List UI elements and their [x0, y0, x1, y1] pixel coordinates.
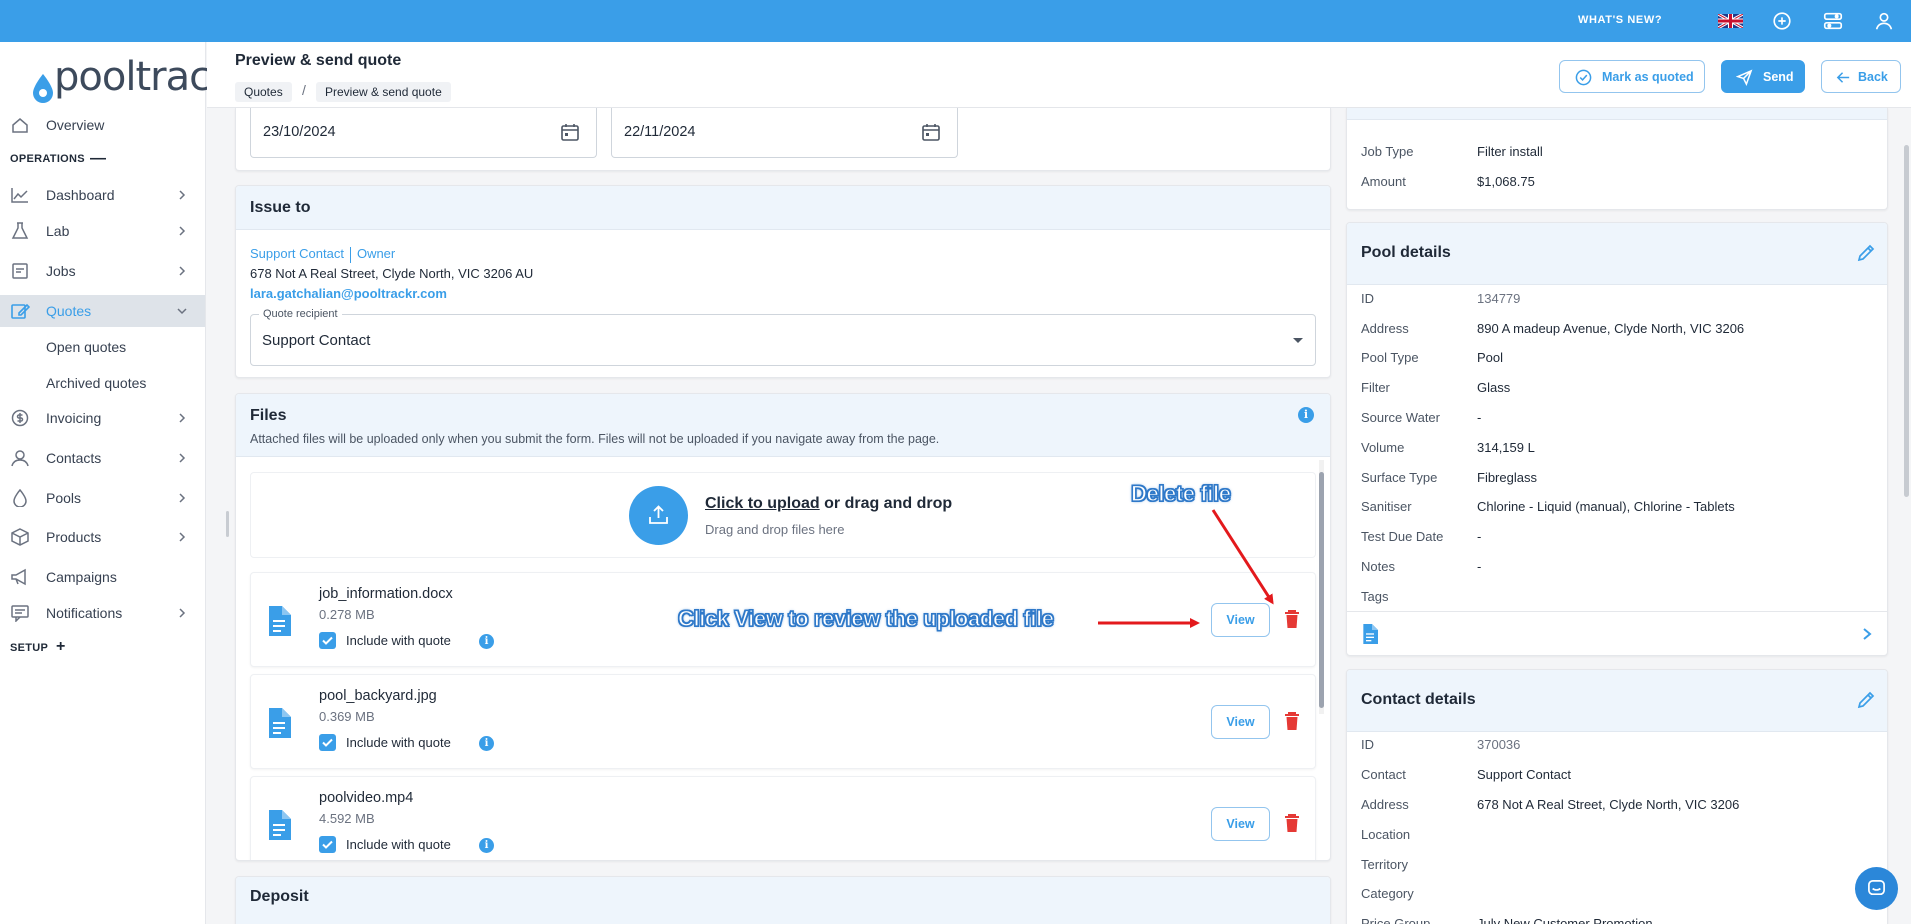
chat-icon [1868, 880, 1885, 896]
support-chat-button[interactable] [1855, 867, 1898, 910]
view-file-annotation: Click View to review the uploaded file [677, 605, 1054, 631]
annotation-arrows [1098, 509, 1274, 628]
delete-file-annotation: Delete file [1130, 480, 1231, 506]
delete-annotation-arrow [1211, 509, 1274, 605]
